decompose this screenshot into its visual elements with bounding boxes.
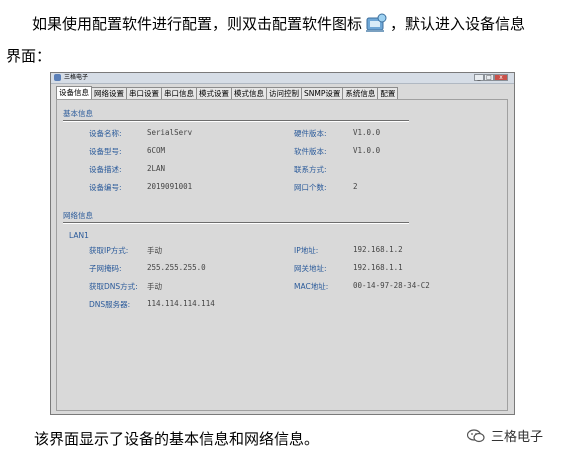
sw-version-value: V1.0.0 <box>353 146 381 155</box>
intro-paragraph: 如果使用配置软件进行配置，则双击配置软件图标 ，默认进入设备信息 界面： <box>6 8 566 72</box>
subnet-mask-value: 255.255.255.0 <box>147 263 206 272</box>
ip-mode-label: 获取IP方式: <box>89 246 129 255</box>
contact-label: 联系方式: <box>294 165 327 174</box>
intro-text-part2: ，默认进入设备信息 <box>390 15 526 33</box>
tab-config[interactable]: 配置 <box>377 87 399 99</box>
outro-text: 该界面显示了设备的基本信息和网络信息。 <box>34 430 320 448</box>
hw-version-label: 硬件版本: <box>294 129 327 138</box>
config-software-icon <box>364 12 388 34</box>
ip-address-value: 192.168.1.2 <box>353 245 403 254</box>
dns-server-label: DNS服务器: <box>89 300 131 309</box>
device-serial-label: 设备编号: <box>89 183 122 192</box>
basic-info-title: 基本信息 <box>63 109 93 118</box>
minimize-button[interactable]: _ <box>474 74 484 81</box>
device-desc-value: 2LAN <box>147 164 166 173</box>
device-info-panel: 基本信息 设备名称: SerialServ 设备型号: 6COM 设备描述: 2… <box>56 99 508 411</box>
config-app-window: 三格电子 _ □ x 设备信息 网络设置 串口设置 串口信息 模式设置 模式信息… <box>50 72 515 415</box>
device-name-value: SerialServ <box>147 128 193 137</box>
sw-version-label: 软件版本: <box>294 147 327 156</box>
watermark-text: 三格电子 <box>491 430 544 445</box>
tab-access-control[interactable]: 访问控制 <box>266 87 302 99</box>
tab-mode-settings[interactable]: 模式设置 <box>196 87 232 99</box>
tab-snmp-settings[interactable]: SNMP设置 <box>301 87 344 99</box>
ip-address-label: IP地址: <box>294 246 319 255</box>
lan1-label: LAN1 <box>69 231 89 240</box>
tab-mode-info[interactable]: 模式信息 <box>231 87 267 99</box>
device-name-label: 设备名称: <box>89 129 122 138</box>
subnet-mask-label: 子网掩码: <box>89 264 122 273</box>
ip-mode-value: 手动 <box>147 246 162 255</box>
tab-serial-settings[interactable]: 串口设置 <box>126 87 162 99</box>
dns-server-value: 114.114.114.114 <box>147 299 215 308</box>
hw-version-value: V1.0.0 <box>353 128 381 137</box>
tab-device-info[interactable]: 设备信息 <box>56 86 92 99</box>
watermark: 三格电子 <box>466 426 544 445</box>
intro-text-line2: 界面： <box>6 47 52 65</box>
tab-system-info[interactable]: 系统信息 <box>342 87 379 99</box>
gateway-value: 192.168.1.1 <box>353 263 403 272</box>
device-desc-label: 设备描述: <box>89 165 122 174</box>
window-titlebar: 三格电子 _ □ x <box>51 73 514 84</box>
tab-serial-info[interactable]: 串口信息 <box>161 87 197 99</box>
dns-mode-value: 手动 <box>147 282 162 291</box>
dns-mode-label: 获取DNS方式: <box>89 282 138 291</box>
gateway-label: 网关地址: <box>294 264 327 273</box>
app-icon <box>54 74 61 81</box>
device-serial-value: 2019091001 <box>147 182 193 191</box>
device-model-value: 6COM <box>147 146 166 155</box>
maximize-button[interactable]: □ <box>484 74 494 81</box>
intro-text-part1: 如果使用配置软件进行配置，则双击配置软件图标 <box>32 15 363 33</box>
window-title: 三格电子 <box>64 74 89 81</box>
mac-address-value: 00-14-97-28-34-C2 <box>353 281 430 290</box>
tab-bar: 设备信息 网络设置 串口设置 串口信息 模式设置 模式信息 访问控制 SNMP设… <box>56 86 399 99</box>
network-info-title: 网络信息 <box>63 211 93 220</box>
wechat-icon <box>466 428 485 443</box>
close-button[interactable]: x <box>494 74 508 81</box>
device-model-label: 设备型号: <box>89 147 122 156</box>
mac-address-label: MAC地址: <box>294 282 329 291</box>
port-count-label: 网口个数: <box>294 183 327 192</box>
tab-network-settings[interactable]: 网络设置 <box>91 87 127 99</box>
port-count-value: 2 <box>353 182 358 191</box>
network-info-divider <box>63 222 409 224</box>
basic-info-divider <box>63 120 409 122</box>
